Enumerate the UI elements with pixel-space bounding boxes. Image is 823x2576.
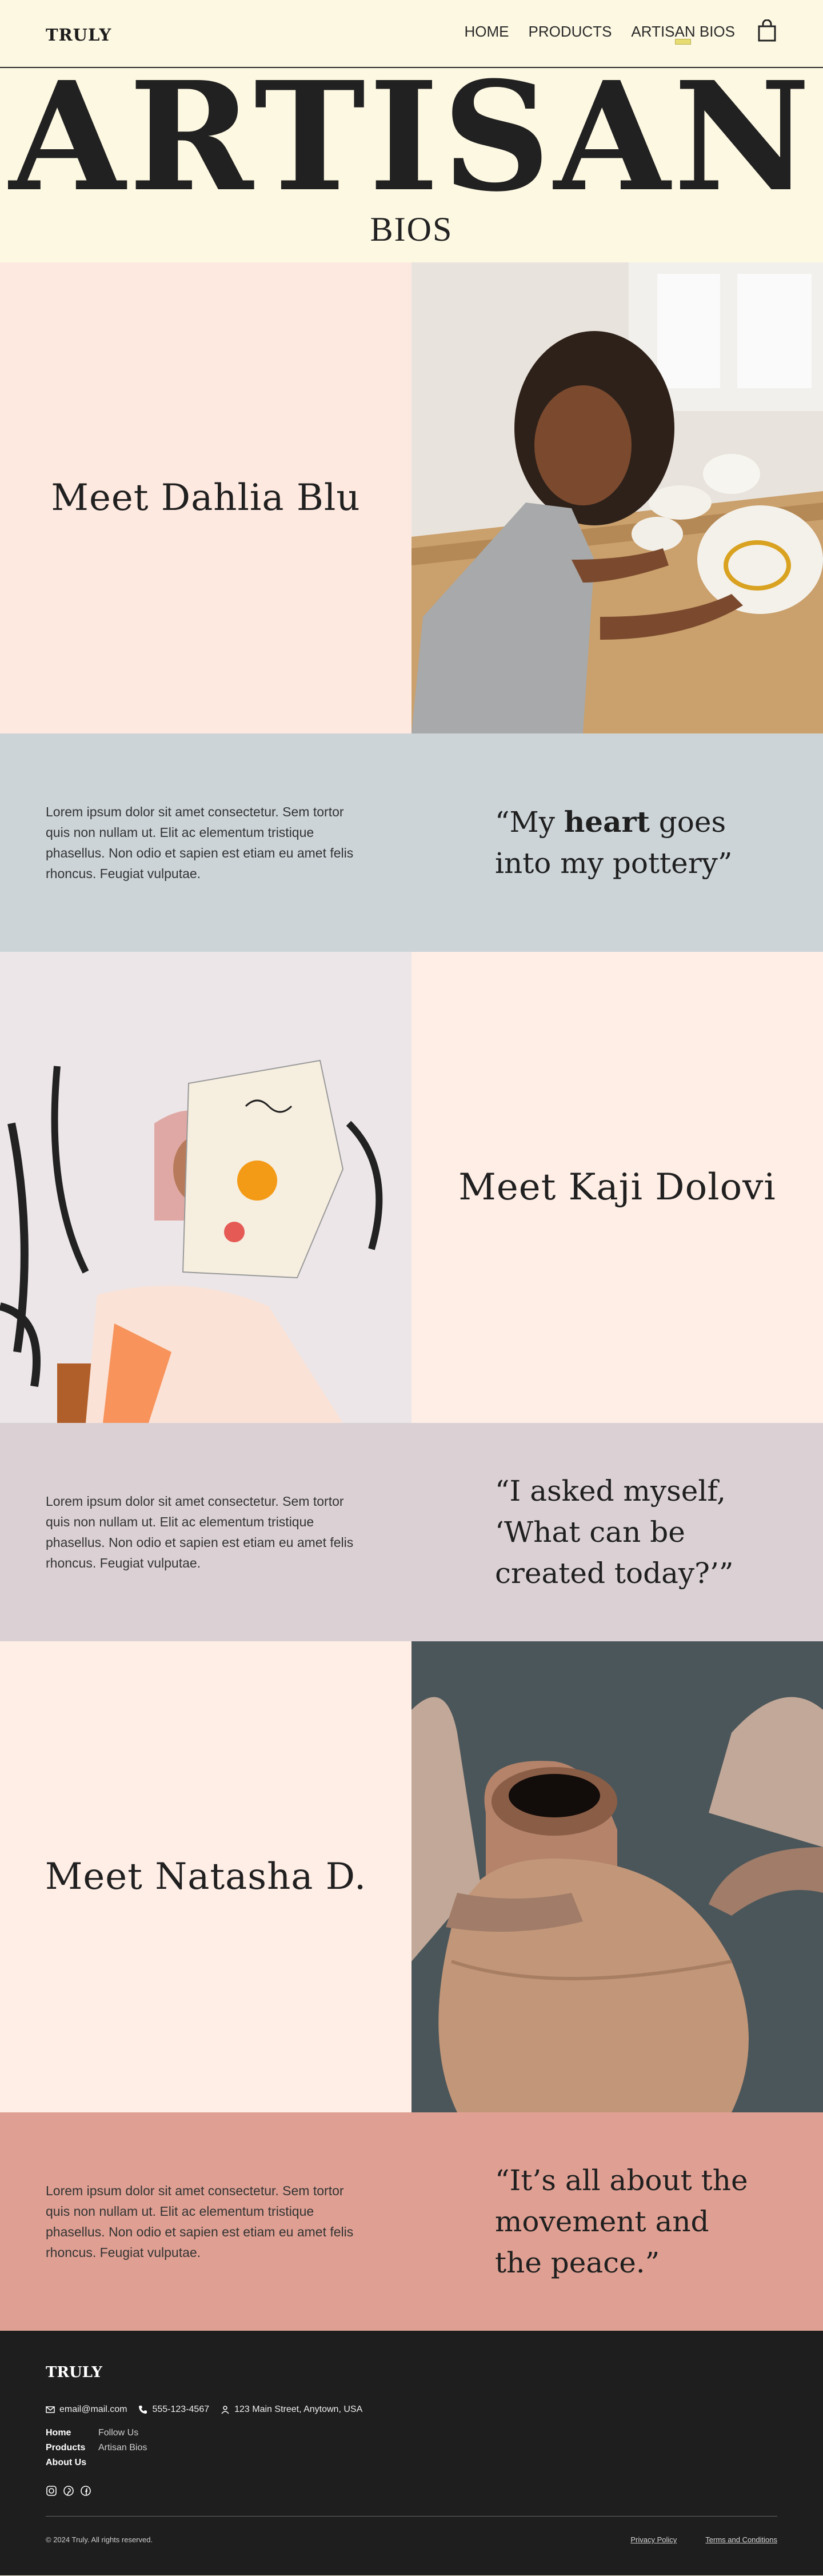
bio-text: Lorem ipsum dolor sit amet consectetur. … [46,2183,354,2260]
bio-column: Lorem ipsum dolor sit amet consectetur. … [0,2112,412,2331]
social-links [46,2485,91,2497]
profile-name: Meet Natasha D. [45,1856,367,1898]
brand-logo[interactable]: TRULY [46,25,111,45]
profile-quote-row: Lorem ipsum dolor sit amet consectetur. … [0,1423,823,1641]
profile-name-panel: Meet Dahlia Blu [0,262,412,733]
copyright: © 2024 Truly. All rights reserved. [46,2535,153,2544]
bio-text: Lorem ipsum dolor sit amet consectetur. … [46,804,354,881]
footer-contact: email@mail.com 555-123-4567 123 Main Str… [46,2404,362,2415]
profile-photo [0,952,412,1423]
quote-column: “I asked myself, ‘What can be created to… [412,1423,823,1641]
profile-name-panel: Meet Kaji Dolovi [412,952,823,1423]
bio-text: Lorem ipsum dolor sit amet consectetur. … [46,1494,354,1570]
quote-pre: “My [495,806,564,839]
profile-kaji: Meet Kaji Dolovi [0,952,823,1423]
footer-address-text: 123 Main Street, Anytown, USA [234,2404,363,2414]
quote-text: “I asked myself, ‘What can be created to… [495,1470,764,1594]
footer-link-home[interactable]: Home [46,2428,98,2438]
profile-quote-row: Lorem ipsum dolor sit amet consectetur. … [0,733,823,952]
potter-painting-photo [412,262,823,733]
footer-phone[interactable]: 555-123-4567 [138,2404,209,2415]
artist-holding-vase-photo [0,952,412,1423]
quote-pre: “It’s all about the movement and the pea… [495,2164,748,2279]
instagram-icon[interactable] [46,2485,57,2497]
legal-links: Privacy Policy Terms and Conditions [630,2535,777,2544]
profile-name: Meet Dahlia Blu [51,477,361,519]
envelope-icon [46,2406,55,2413]
profile-natasha: Meet Natasha D. [0,1641,823,2112]
site-footer: TRULY email@mail.com 555-123-4567 123 Ma… [0,2331,823,2575]
privacy-policy-link[interactable]: Privacy Policy [630,2535,677,2544]
nav-home[interactable]: HOME [465,23,509,41]
footer-link-about[interactable]: About Us [46,2458,98,2468]
profile-photo [412,262,823,733]
nav-artisan-bios[interactable]: ARTISAN BIOS [631,23,735,45]
footer-links: Home Follow Us Products Artisan Bios Abo… [46,2428,178,2468]
footer-phone-text: 555-123-4567 [152,2404,210,2414]
pinterest-icon[interactable] [63,2485,74,2497]
quote-bold: heart [564,805,650,839]
footer-brand[interactable]: TRULY [46,2364,102,2381]
person-icon [221,2406,229,2414]
footer-link-artisan-bios[interactable]: Artisan Bios [98,2443,178,2453]
profile-photo [412,1641,823,2112]
main-nav: HOME PRODUCTS ARTISAN BIOS [465,23,735,45]
profile-quote-row: Lorem ipsum dolor sit amet consectetur. … [0,2112,823,2331]
footer-link-products[interactable]: Products [46,2443,98,2453]
quote-column: “It’s all about the movement and the pea… [412,2112,823,2331]
footer-email[interactable]: email@mail.com [46,2404,127,2415]
profile-name-panel: Meet Natasha D. [0,1641,412,2112]
footer-address: 123 Main Street, Anytown, USA [221,2404,362,2415]
page-title: ARTISAN [9,49,814,225]
facebook-icon[interactable] [80,2485,91,2497]
profile-name: Meet Kaji Dolovi [458,1166,776,1209]
quote-text: “It’s all about the movement and the pea… [495,2160,752,2283]
quote-text: “My heart goes into my pottery” [495,801,758,884]
footer-follow-us[interactable]: Follow Us [98,2428,178,2438]
footer-divider [46,2516,777,2517]
terms-link[interactable]: Terms and Conditions [705,2535,777,2544]
footer-email-text: email@mail.com [59,2404,127,2414]
quote-column: “My heart goes into my pottery” [412,733,823,952]
phone-icon [139,2406,147,2414]
hero: ARTISAN BIOS [0,49,823,262]
nav-products[interactable]: PRODUCTS [529,23,612,41]
hands-on-clay-photo [412,1641,823,2112]
bio-column: Lorem ipsum dolor sit amet consectetur. … [0,1423,412,1641]
shopping-bag-icon[interactable] [757,19,777,42]
profile-dahlia: Meet Dahlia Blu [0,262,823,733]
quote-pre: “I asked myself, ‘What can be created to… [495,1474,734,1590]
bio-column: Lorem ipsum dolor sit amet consectetur. … [0,733,412,952]
page-subtitle: BIOS [370,210,453,248]
